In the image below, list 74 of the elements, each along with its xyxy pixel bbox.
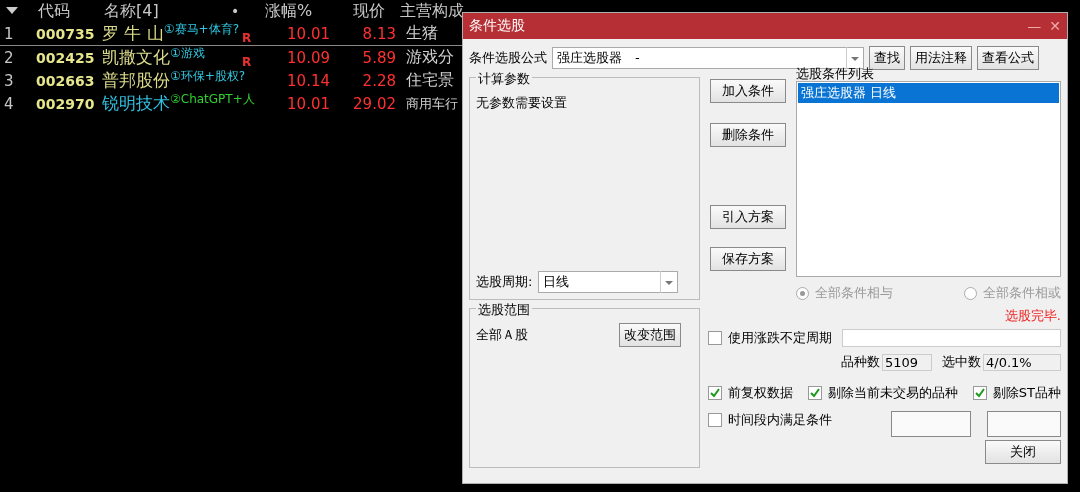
count-label: 品种数 bbox=[841, 353, 880, 371]
change-percent: 10.01 bbox=[286, 24, 330, 43]
toolbar-button[interactable]: 用法注释 bbox=[910, 46, 972, 70]
row-number: 1 bbox=[3, 24, 15, 43]
flag-mark: R bbox=[242, 31, 252, 45]
change-range-button[interactable]: 改变范围 bbox=[619, 323, 681, 347]
checkbox[interactable] bbox=[708, 386, 722, 400]
checkbox-label[interactable]: 剔除ST品种 bbox=[992, 384, 1061, 402]
price: 2.28 bbox=[361, 71, 396, 90]
column-header[interactable]: 涨幅% bbox=[265, 0, 313, 22]
stock-name: 锐明技术 bbox=[102, 92, 170, 115]
concept-tag: ①游戏 bbox=[170, 46, 205, 60]
blank-button[interactable] bbox=[987, 411, 1061, 437]
stock-name: 凯撒文化 bbox=[102, 46, 170, 69]
checkbox-label[interactable]: 前复权数据 bbox=[728, 384, 793, 402]
stock-name: 普邦股份 bbox=[102, 69, 170, 92]
params-text: 无参数需要设置 bbox=[476, 94, 568, 112]
price: 8.13 bbox=[361, 24, 396, 43]
price: 29.02 bbox=[352, 94, 396, 113]
period-dropdown[interactable]: 日线 bbox=[538, 271, 679, 293]
period-label: 选股周期: bbox=[476, 273, 533, 291]
business-text: 住宅景 bbox=[405, 70, 454, 91]
price: 5.89 bbox=[361, 48, 396, 67]
checkbox-label[interactable]: 时间段内满足条件 bbox=[728, 411, 832, 429]
business-text: 游戏分 bbox=[405, 47, 454, 68]
condition-button[interactable]: 保存方案 bbox=[710, 247, 786, 271]
checkbox[interactable] bbox=[807, 386, 822, 400]
group-title: 计算参数 bbox=[476, 70, 532, 88]
selected-count-label: 选中数 bbox=[942, 353, 981, 371]
count-field: 5109 bbox=[882, 353, 932, 371]
close-dialog-button[interactable]: 关闭 bbox=[985, 440, 1061, 464]
concept-tag: ①赛马+体育? bbox=[163, 22, 239, 36]
row-number: 4 bbox=[3, 94, 15, 113]
toolbar-button[interactable]: 查看公式 bbox=[977, 46, 1039, 70]
sort-caret-icon[interactable] bbox=[6, 7, 18, 15]
window-title: 条件选股 bbox=[469, 17, 525, 35]
range-text: 全部Ａ股 bbox=[476, 326, 528, 344]
stock-name: 罗 牛 山 bbox=[102, 22, 164, 45]
change-percent: 10.14 bbox=[286, 71, 330, 90]
group-title: 选股范围 bbox=[476, 301, 532, 319]
condition-button[interactable]: 删除条件 bbox=[710, 123, 786, 147]
checkbox[interactable] bbox=[972, 386, 987, 400]
condition-button[interactable]: 加入条件 bbox=[710, 79, 786, 103]
business-text: 商用车行 bbox=[405, 94, 458, 113]
toolbar-button[interactable]: 查找 bbox=[869, 46, 905, 70]
blank-button[interactable] bbox=[891, 411, 971, 437]
stock-code: 002970 bbox=[36, 95, 96, 112]
radio-button[interactable] bbox=[796, 286, 809, 300]
row-number: 2 bbox=[3, 48, 15, 67]
column-header[interactable]: 现价 bbox=[353, 0, 385, 22]
condition-button[interactable]: 引入方案 bbox=[710, 205, 786, 229]
stock-code: 002425 bbox=[36, 49, 96, 66]
column-header[interactable]: 代码 bbox=[38, 0, 70, 22]
checkbox[interactable] bbox=[708, 413, 722, 427]
flag-mark: R bbox=[242, 55, 252, 69]
concept-tag: ①环保+股权? bbox=[170, 69, 246, 83]
row-number: 3 bbox=[3, 71, 15, 90]
status-text: 选股完毕. bbox=[1004, 308, 1061, 323]
selected-count-field: 4/0.1% bbox=[983, 353, 1061, 371]
checkbox[interactable] bbox=[708, 331, 722, 345]
column-header[interactable]: • bbox=[231, 0, 240, 22]
change-percent: 10.09 bbox=[286, 48, 330, 67]
formula-label: 条件选股公式 bbox=[469, 49, 547, 67]
column-header[interactable]: 名称[4] bbox=[104, 0, 159, 22]
checkbox-label[interactable]: 剔除当前未交易的品种 bbox=[827, 384, 958, 402]
radio-button[interactable] bbox=[964, 286, 977, 300]
period-input-field[interactable] bbox=[842, 329, 1061, 347]
change-percent: 10.01 bbox=[286, 94, 330, 113]
concept-tag: ②ChatGPT+人 bbox=[170, 92, 255, 106]
business-text: 生猪 bbox=[405, 23, 438, 44]
stock-code: 000735 bbox=[36, 25, 96, 42]
list-item[interactable]: 强庄选股器 日线 bbox=[798, 83, 1059, 103]
checkbox-label[interactable]: 使用涨跌不定周期 bbox=[728, 329, 832, 347]
stock-code: 002663 bbox=[36, 72, 96, 89]
